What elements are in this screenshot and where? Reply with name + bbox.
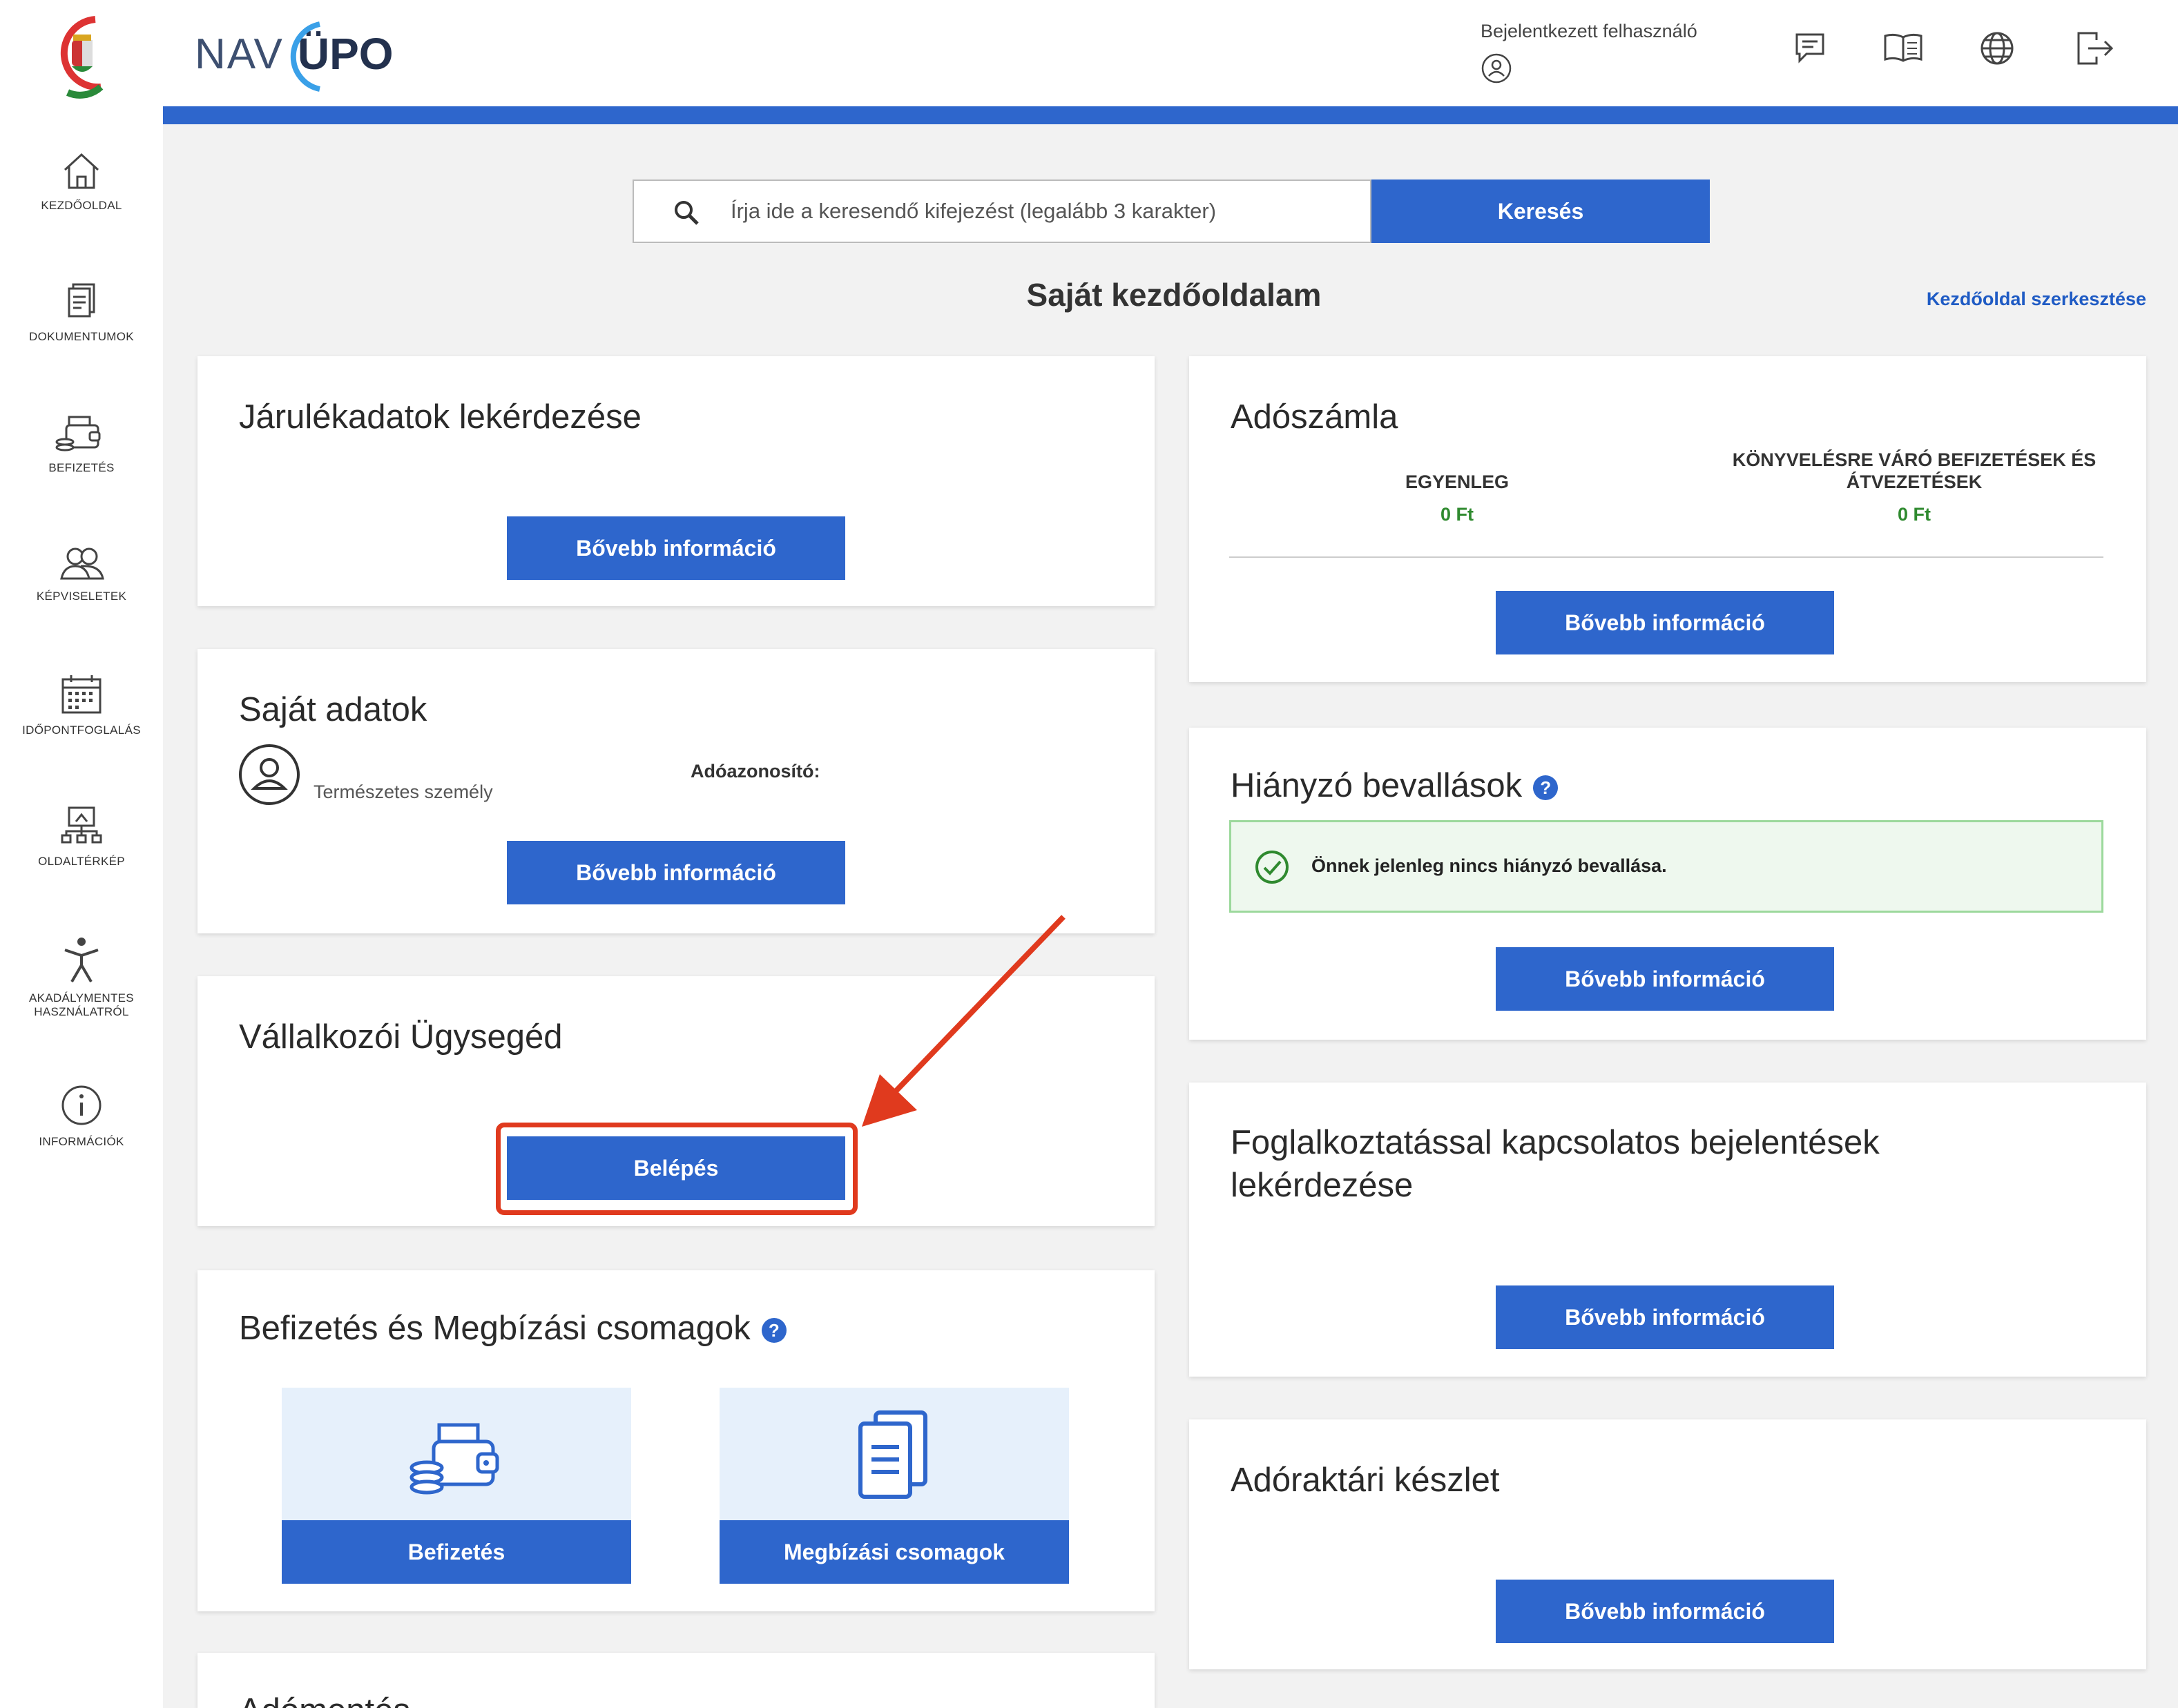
search-button[interactable]: Keresés [1371, 179, 1710, 243]
card-title: Foglalkoztatással kapcsolatos bejelentés… [1231, 1124, 1880, 1204]
card-title: Adóraktári készlet [1231, 1462, 1500, 1499]
annotation-arrow [862, 915, 1066, 1127]
documents-icon [68, 283, 95, 318]
pending-payments-header: KÖNYVELÉSRE VÁRÓ BEFIZETÉSEK ÉS ÁTVEZETÉS… [1732, 449, 2097, 492]
sidebar-item-home[interactable]: KEZDŐOLDAL [0, 151, 163, 213]
logged-in-user-label: Bejelentkezett felhasználó [1481, 21, 1697, 41]
sidebar-item-appointment[interactable]: IDŐPONTFOGLALÁS [0, 674, 163, 737]
card-title: Vállalkozói Ügysegéd [239, 1018, 563, 1056]
card-title: Hiányzó bevallások? [1231, 766, 1559, 805]
edit-homepage-link[interactable]: Kezdőoldal szerkesztése [1927, 289, 2146, 310]
user-avatar-icon[interactable] [1481, 52, 1512, 84]
payment-tile[interactable]: Befizetés [282, 1388, 631, 1584]
pending-payments-value: 0 Ft [1897, 504, 1931, 525]
card-title: Adószámla [1231, 398, 1398, 436]
calendar-icon [61, 675, 102, 714]
more-info-button[interactable]: Bővebb információ [1496, 1580, 1834, 1643]
missing-returns-card: Hiányzó bevallások? Önnek jelenleg nincs… [1189, 728, 2146, 1040]
contribution-data-card: Járulékadatok lekérdezése Bővebb informá… [197, 356, 1155, 606]
sidebar-item-information[interactable]: INFORMÁCIÓK [0, 1084, 163, 1149]
sidebar-item-documents[interactable]: DOKUMENTUMOK [0, 282, 163, 344]
sidebar-item-label: DOKUMENTUMOK [29, 330, 134, 343]
payment-packages-card: Befizetés és Megbízási csomagok? Befizet… [197, 1270, 1155, 1611]
more-info-button[interactable]: Bővebb információ [507, 516, 845, 580]
search-box [633, 179, 1371, 243]
sidebar-item-label: KÉPVISELETEK [36, 590, 127, 603]
sidebar-item-label: AKADÁLYMENTES HASZNÁLATRÓL [29, 991, 134, 1018]
mandate-packages-button[interactable]: Megbízási csomagok [720, 1520, 1069, 1584]
notice-text: Önnek jelenleg nincs hiányzó bevallása. [1311, 855, 1667, 876]
payment-button[interactable]: Befizetés [282, 1520, 631, 1584]
info-icon [61, 1085, 102, 1125]
card-title: Adómentés [239, 1691, 410, 1708]
sidebar: KEZDŐOLDAL DOKUMENTUMOK BEFIZETÉS KÉPVIS… [0, 0, 163, 1708]
sidebar-item-label: IDŐPONTFOGLALÁS [22, 724, 141, 737]
brand-nav-text: NAV [195, 30, 284, 78]
book-icon[interactable] [1882, 30, 1924, 65]
sidebar-item-label: KEZDŐOLDAL [41, 199, 122, 212]
more-info-button[interactable]: Bővebb információ [1496, 1285, 1834, 1349]
tax-warehouse-stock-card: Adóraktári készlet Bővebb információ [1189, 1419, 2146, 1669]
tax-id-label: Adóazonosító: [691, 761, 820, 782]
help-icon[interactable]: ? [761, 1318, 787, 1343]
success-notice: Önnek jelenleg nincs hiányzó bevallása. [1229, 820, 2103, 913]
accessibility-icon [64, 938, 99, 983]
partial-card: Adómentés [197, 1653, 1155, 1708]
government-crest-logo[interactable] [47, 11, 116, 101]
divider [1229, 556, 2103, 558]
nav-upo-logo[interactable]: NAV ÜPO [195, 17, 394, 92]
sidebar-item-label: INFORMÁCIÓK [39, 1135, 124, 1148]
home-icon [64, 153, 99, 189]
sidebar-item-accessibility[interactable]: AKADÁLYMENTES HASZNÁLATRÓL [0, 936, 163, 1019]
highlight-box [496, 1123, 858, 1215]
own-data-card: Saját adatok Természetes személy Adóazon… [197, 649, 1155, 933]
mandate-packages-tile[interactable]: Megbízási csomagok [720, 1388, 1069, 1584]
card-title: Járulékadatok lekérdezése [239, 398, 642, 436]
wallet-icon [409, 1423, 499, 1495]
sidebar-item-label: OLDALTÉRKÉP [38, 855, 125, 868]
search-icon [675, 201, 699, 225]
person-avatar-icon [239, 744, 300, 805]
tax-account-card: Adószámla EGYENLEG 0 Ft KÖNYVELÉSRE VÁRÓ… [1189, 356, 2146, 682]
more-info-button[interactable]: Bővebb információ [507, 841, 845, 904]
people-icon [60, 547, 104, 580]
sidebar-item-payment[interactable]: BEFIZETÉS [0, 411, 163, 475]
sitemap-icon [61, 806, 102, 844]
wallet-icon [55, 416, 101, 452]
help-icon[interactable]: ? [1533, 775, 1559, 801]
globe-icon[interactable] [1979, 30, 2015, 66]
more-info-button[interactable]: Bővebb információ [1496, 591, 1834, 654]
search-input[interactable] [731, 181, 1352, 242]
sidebar-item-sitemap[interactable]: OLDALTÉRKÉP [0, 805, 163, 868]
check-circle-icon [1255, 851, 1289, 884]
balance-header: EGYENLEG [1405, 472, 1510, 492]
messages-icon[interactable] [1793, 30, 1827, 65]
more-info-button[interactable]: Bővebb információ [1496, 947, 1834, 1011]
person-type-label: Természetes személy [314, 782, 493, 802]
brand-upo-text: ÜPO [288, 21, 394, 92]
balance-value: 0 Ft [1440, 504, 1474, 525]
page-title: Saját kezdőoldalam [1026, 277, 1322, 313]
card-title: Saját adatok [239, 691, 427, 728]
sidebar-item-label: BEFIZETÉS [48, 461, 115, 474]
card-title: Befizetés és Megbízási csomagok? [239, 1309, 787, 1348]
sidebar-item-representations[interactable]: KÉPVISELETEK [0, 545, 163, 603]
top-header: NAV ÜPO Bejelentkezett felhasználó [163, 0, 2178, 106]
documents-icon [858, 1410, 927, 1499]
employment-reports-card: Foglalkoztatással kapcsolatos bejelentés… [1189, 1083, 2146, 1377]
header-accent-bar [163, 106, 2178, 124]
logout-icon[interactable] [2076, 30, 2114, 66]
